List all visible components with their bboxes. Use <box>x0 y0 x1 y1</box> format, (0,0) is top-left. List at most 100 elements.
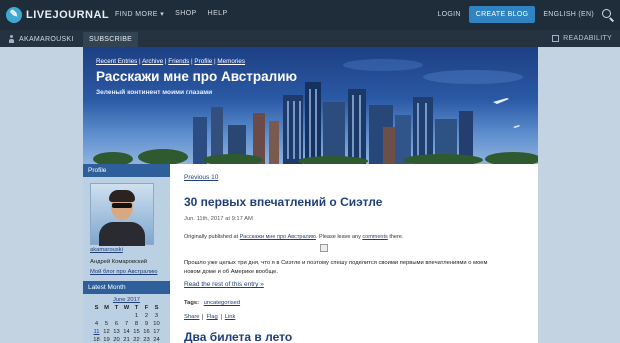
profile-blog-link[interactable]: Мой блог про Австралию <box>90 269 170 275</box>
flag-link[interactable]: Flag <box>202 314 220 320</box>
nav-recent-entries[interactable]: Recent Entries <box>96 58 137 65</box>
readability-icon <box>552 35 560 42</box>
weekday: M <box>104 305 109 311</box>
subscribe-button[interactable]: SUBSCRIBE <box>83 32 139 47</box>
readability-toggle[interactable]: READABILITY <box>552 35 612 42</box>
login-link[interactable]: LOGIN <box>437 11 460 18</box>
weekday: S <box>94 305 99 311</box>
origin-comments-link[interactable]: comments <box>362 234 387 240</box>
tags-label: Tags: <box>184 300 200 306</box>
blog-subtitle: Зеленый континент моими глазами <box>96 89 213 96</box>
share-link[interactable]: Share <box>184 314 202 320</box>
calendar-day <box>103 313 110 319</box>
calendar-day: 22 <box>133 337 140 343</box>
calendar-day: 1 <box>134 313 139 319</box>
nav-find-more[interactable]: FIND MORE ▾ <box>115 10 164 18</box>
weekday: S <box>154 305 159 311</box>
journal-user[interactable]: AKAMAROUSKI <box>8 35 74 43</box>
livejournal-logo[interactable]: ✎ LIVEJOURNAL <box>6 6 109 24</box>
next-post-title[interactable]: Два билета в лето <box>184 330 534 343</box>
create-blog-button[interactable]: CREATE BLOG <box>468 6 536 23</box>
calendar-day: 10 <box>153 321 160 327</box>
nav-shop[interactable]: SHOP <box>175 10 196 18</box>
post-title[interactable]: 30 первых впечатлений о Сиэтле <box>184 195 534 209</box>
livejournal-pencil-icon: ✎ <box>6 7 22 23</box>
broken-image-icon <box>320 244 328 252</box>
sidebar: Profile akamarouski Андрей Комаровский М… <box>83 164 170 343</box>
post-body: Прошло уже целых три дня, что я в Сиэтле… <box>184 260 488 275</box>
post-date: Jun. 11th, 2017 at 9:17 AM <box>184 216 253 222</box>
post-actions: Share Flag Link <box>184 314 534 320</box>
weekday: T <box>114 305 119 311</box>
account-nav: LOGIN CREATE BLOG ENGLISH (EN) <box>437 6 614 23</box>
calendar-day <box>93 313 100 319</box>
weekday: T <box>134 305 139 311</box>
origin-blog-link[interactable]: Расскажи мне про Австралию <box>240 234 316 240</box>
language-selector[interactable]: ENGLISH (EN) <box>543 11 594 18</box>
avatar-hair <box>109 190 135 202</box>
nav-memories[interactable]: Memories <box>217 58 245 65</box>
profile-full-name: Андрей Комаровский <box>90 259 147 265</box>
profile-heading: Profile <box>83 164 170 177</box>
post-tags: Tags: uncategorised <box>184 300 534 306</box>
nav-friends[interactable]: Friends <box>168 58 189 65</box>
nav-archive[interactable]: Archive <box>142 58 163 65</box>
calendar-day: 20 <box>113 337 120 343</box>
search-icon[interactable] <box>602 8 614 21</box>
journal-username: AKAMAROUSKI <box>19 35 74 43</box>
calendar-day: 5 <box>104 321 109 327</box>
calendar-day: 9 <box>144 321 149 327</box>
previous-entries-link[interactable]: Previous 10 <box>184 174 534 181</box>
calendar-week: 1 2 3 <box>83 313 170 319</box>
calendar-day: 12 <box>103 329 110 335</box>
calendar-day-link[interactable]: 11 <box>93 329 100 335</box>
calendar-day: 15 <box>133 329 140 335</box>
origin-prefix: Originally published at <box>184 234 239 240</box>
calendar-day: 14 <box>123 329 130 335</box>
profile-username-link[interactable]: akamarouski <box>90 247 170 253</box>
calendar-month-link[interactable]: June 2017 <box>83 297 170 303</box>
calendar-day: 6 <box>114 321 119 327</box>
calendar-day: 8 <box>134 321 139 327</box>
avatar-sunglasses <box>112 203 132 208</box>
nav-find-more-label: FIND MORE <box>115 11 158 18</box>
read-more-link[interactable]: Read the rest of this entry » <box>184 281 534 288</box>
calendar-day: 18 <box>93 337 100 343</box>
avatar[interactable] <box>90 183 154 246</box>
calendar-day: 7 <box>124 321 129 327</box>
calendar-day: 23 <box>143 337 150 343</box>
latest-month-heading: Latest Month <box>83 281 170 294</box>
calendar-day: 24 <box>153 337 160 343</box>
calendar-day: 16 <box>143 329 150 335</box>
weekday: W <box>123 305 130 311</box>
chevron-down-icon: ▾ <box>160 11 165 18</box>
journal-nav-links: Recent Entries | Archive | Friends | Pro… <box>96 58 246 65</box>
user-icon <box>8 35 15 43</box>
calendar-day: 19 <box>103 337 110 343</box>
logo-text: LIVEJOURNAL <box>26 9 110 21</box>
weekday: F <box>144 305 149 311</box>
nav-profile[interactable]: Profile <box>194 58 212 65</box>
origin-suffix: there. <box>389 234 404 240</box>
blog-title[interactable]: Расскажи мне про Австралию <box>96 69 297 84</box>
nav-help[interactable]: HELP <box>208 10 228 18</box>
calendar-day: 4 <box>94 321 99 327</box>
calendar-day: 3 <box>154 313 159 319</box>
calendar-day <box>113 313 120 319</box>
calendar-day <box>123 313 130 319</box>
tag-link[interactable]: uncategorised <box>204 300 240 306</box>
readability-label: READABILITY <box>563 35 612 42</box>
calendar-week: 4 5 6 7 8 9 10 <box>83 321 170 327</box>
calendar-day: 13 <box>113 329 120 335</box>
journal-bar: AKAMAROUSKI SUBSCRIBE READABILITY <box>0 30 620 47</box>
avatar-body <box>99 222 145 246</box>
calendar-week: 18 19 20 21 22 23 24 <box>83 337 170 343</box>
main-content: Previous 10 30 первых впечатлений о Сиэт… <box>184 174 534 343</box>
calendar-week: 11 12 13 14 15 16 17 <box>83 329 170 335</box>
origin-mid: . Please leave any <box>315 234 361 240</box>
blog-header: Recent Entries | Archive | Friends | Pro… <box>83 47 538 164</box>
calendar-day: 2 <box>144 313 149 319</box>
main-nav: FIND MORE ▾ SHOP HELP <box>115 10 228 18</box>
calendar-weekdays: S M T W T F S <box>83 305 170 311</box>
permalink-link[interactable]: Link <box>220 314 239 320</box>
